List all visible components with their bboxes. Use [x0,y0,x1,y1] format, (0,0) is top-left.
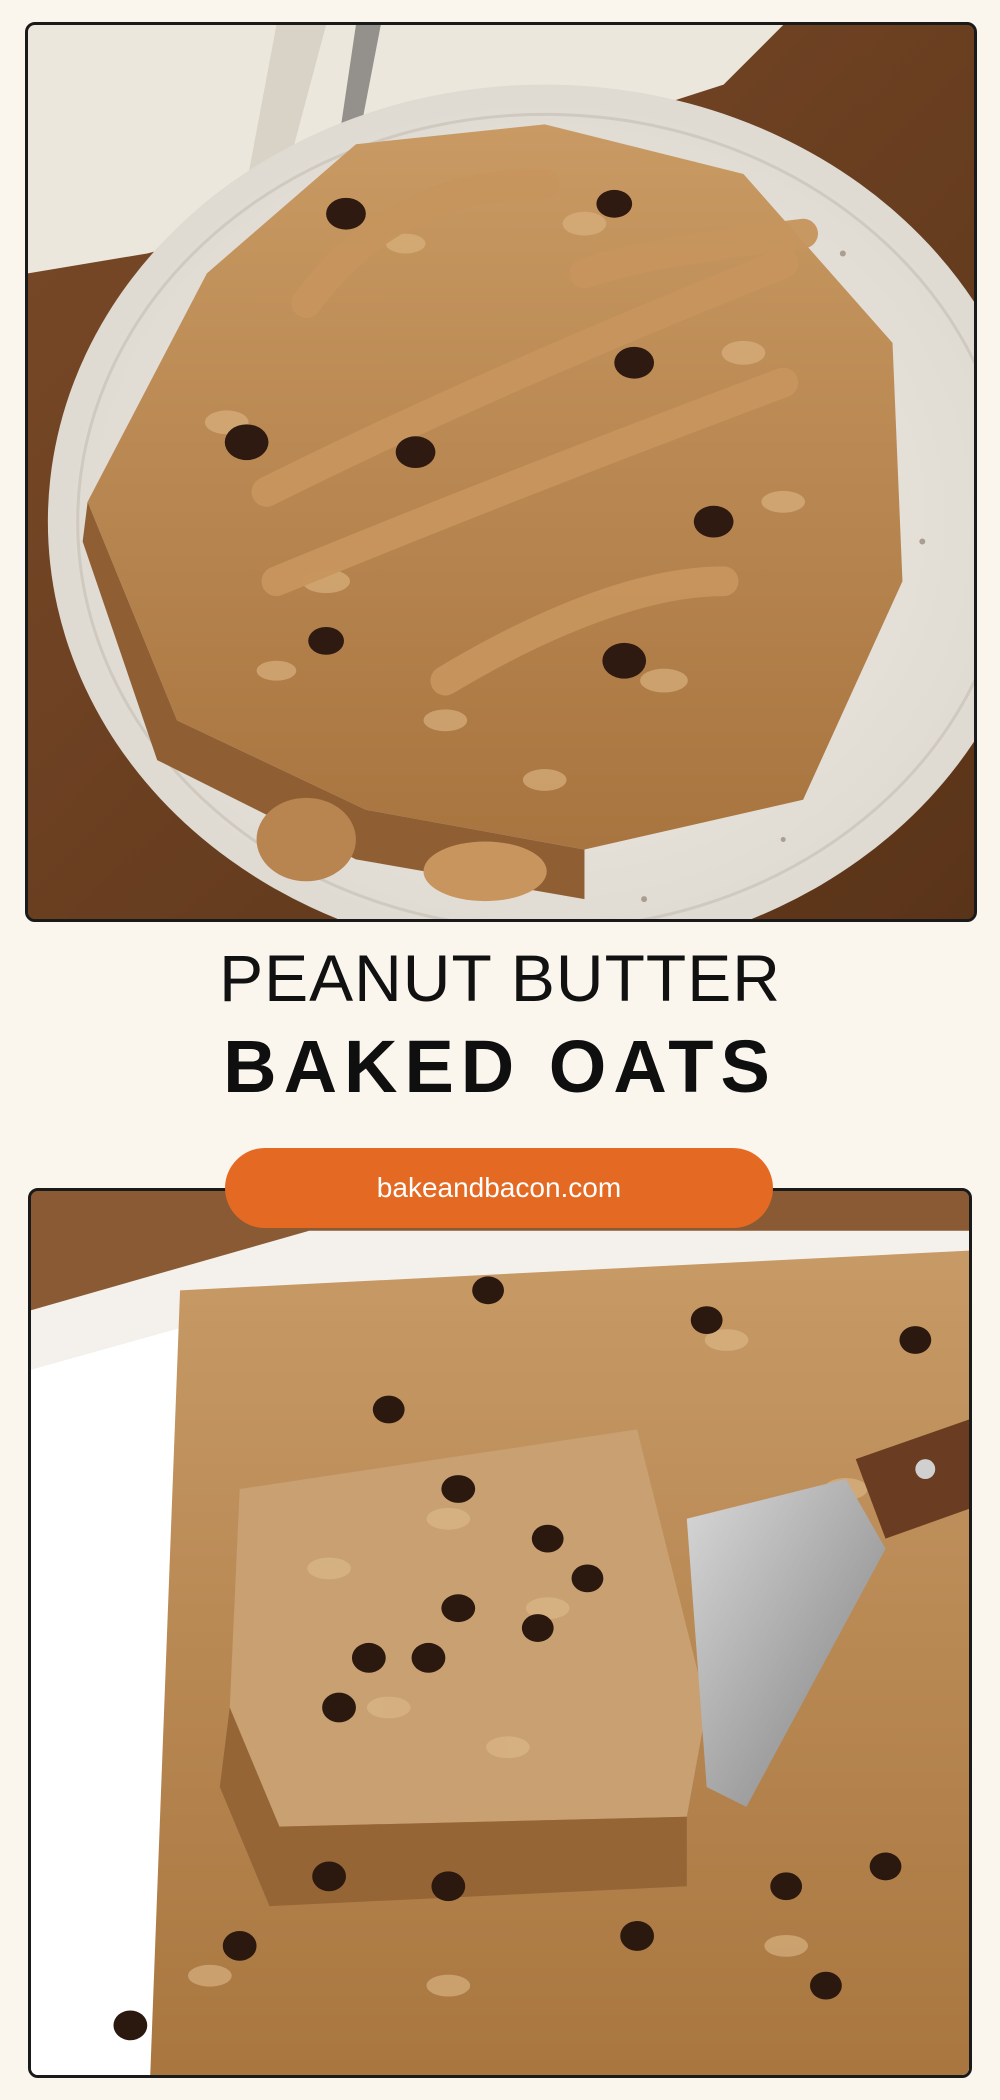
top-food-photo [25,22,977,922]
baked-oats-slice-on-plate-image [28,25,974,919]
bottom-food-photo [28,1188,972,2078]
website-badge[interactable]: bakeandbacon.com [225,1148,773,1228]
baked-oats-in-dish-image [31,1191,969,2075]
recipe-title-line-2: BAKED OATS [223,1025,777,1108]
recipe-title-line-1: PEANUT BUTTER [219,941,781,1015]
